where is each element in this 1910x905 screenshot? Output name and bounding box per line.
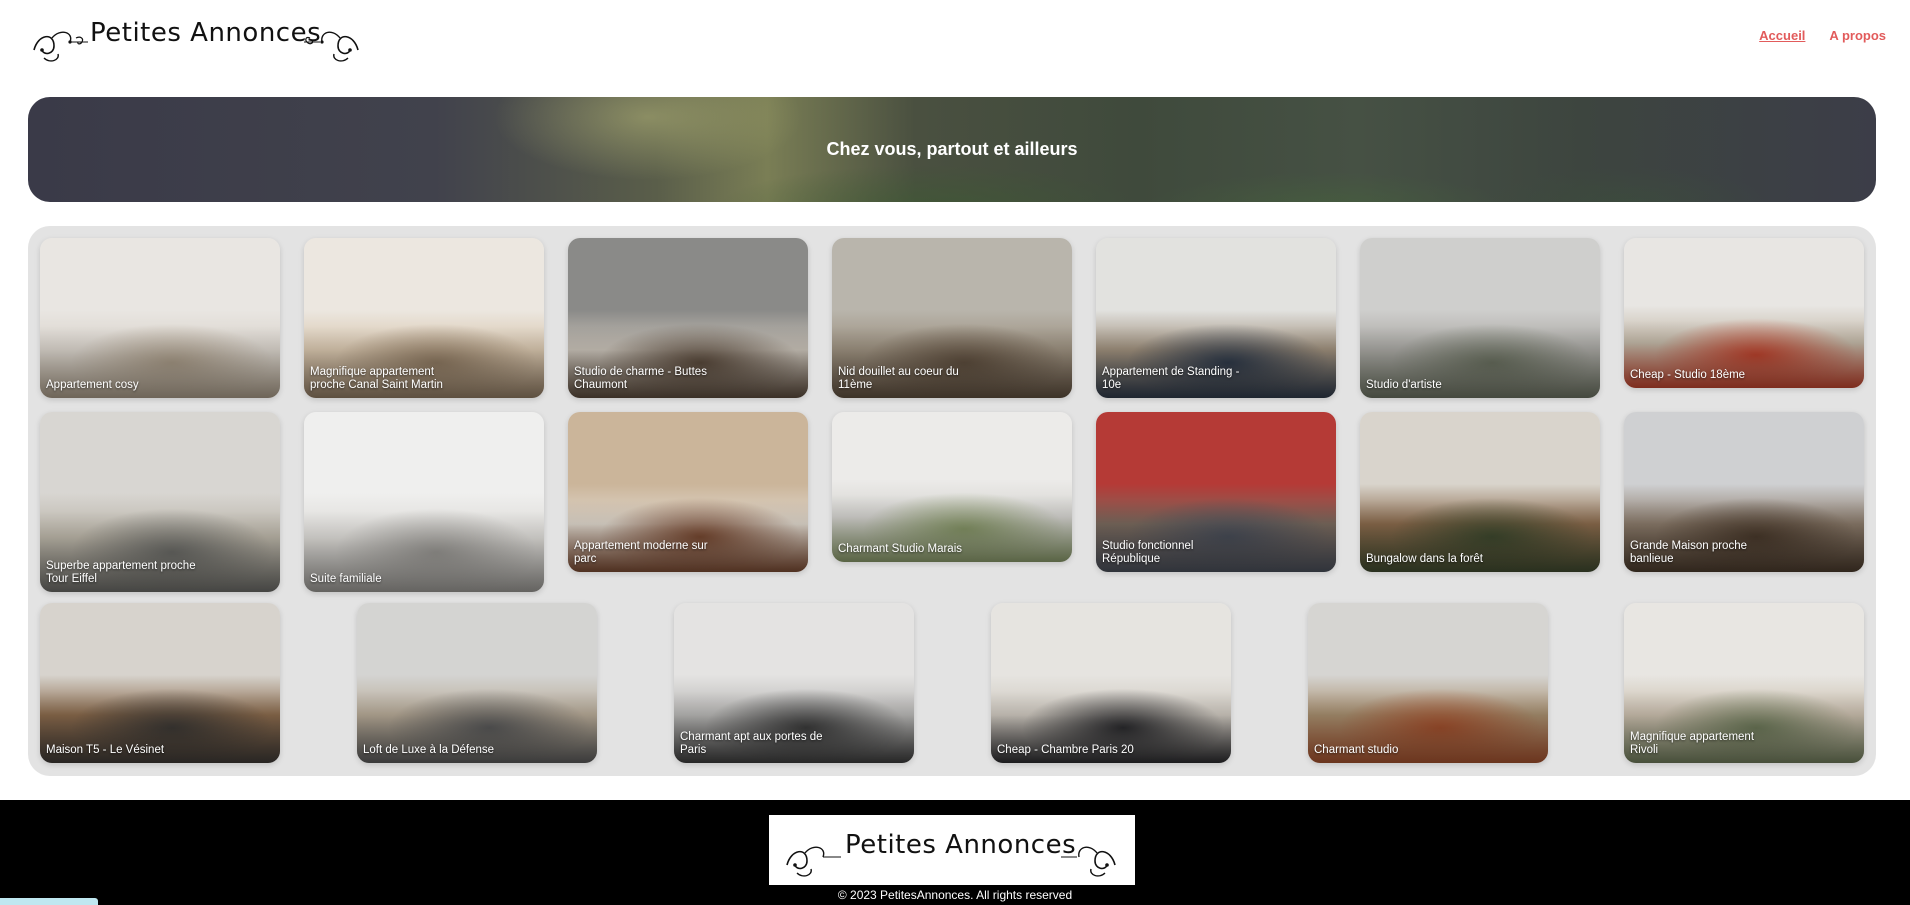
- swirl-ornament-icon: [33, 31, 88, 62]
- listing-title: Cheap - Chambre Paris 20: [997, 744, 1134, 756]
- top-bar: Petites Annonces Accueil A propos: [0, 0, 1910, 80]
- listing-title: Charmant Studio Marais: [838, 543, 962, 555]
- listing-card[interactable]: Grande Maison proche banlieue: [1624, 412, 1864, 572]
- listing-card[interactable]: Studio d'artiste: [1360, 238, 1600, 398]
- listing-card[interactable]: Charmant apt aux portes de Paris: [674, 603, 914, 763]
- nav-link-accueil[interactable]: Accueil: [1759, 28, 1805, 43]
- listing-title: Appartement cosy: [46, 379, 139, 391]
- listing-title: Appartement de Standing - 10e: [1102, 366, 1240, 391]
- listing-title: Loft de Luxe à la Défense: [363, 744, 495, 756]
- listing-title: Bungalow dans la forêt: [1366, 553, 1483, 565]
- listing-card[interactable]: Loft de Luxe à la Défense: [357, 603, 597, 763]
- listing-title: Charmant apt aux portes de Paris: [680, 731, 823, 756]
- listing-title: Magnifique appartement proche Canal Sain…: [310, 366, 443, 391]
- listing-card[interactable]: Magnifique appartement proche Canal Sain…: [304, 238, 544, 398]
- nav-link-a-propos[interactable]: A propos: [1829, 28, 1886, 43]
- listing-card[interactable]: Studio fonctionnel République: [1096, 412, 1336, 572]
- swirl-ornament-icon: [304, 31, 359, 62]
- listing-title: Cheap - Studio 18ème: [1630, 369, 1746, 381]
- listing-card[interactable]: Cheap - Studio 18ème: [1624, 238, 1864, 388]
- listing-card[interactable]: Studio de charme - Buttes Chaumont: [568, 238, 808, 398]
- listing-title: Superbe appartement proche Tour Eiffel: [46, 560, 196, 585]
- main-nav: Accueil A propos: [1759, 28, 1886, 43]
- listing-card[interactable]: Appartement cosy: [40, 238, 280, 398]
- listing-title: Nid douillet au coeur du 11ème: [838, 366, 959, 391]
- listing-title: Maison T5 - Le Vésinet: [46, 744, 165, 756]
- swirl-ornament-icon: [786, 846, 841, 877]
- listing-card[interactable]: Bungalow dans la forêt: [1360, 412, 1600, 572]
- status-chip: [0, 898, 98, 905]
- copyright-text: © 2023 PetitesAnnonces. All rights reser…: [837, 888, 1073, 902]
- listings-grid: Appartement cosy Magnifique appartement …: [28, 226, 1876, 776]
- listing-card[interactable]: Charmant studio: [1308, 603, 1548, 763]
- listing-title: Magnifique appartement Rivoli: [1630, 731, 1755, 756]
- listing-card[interactable]: Appartement de Standing - 10e: [1096, 238, 1336, 398]
- listing-title: Charmant studio: [1314, 744, 1399, 756]
- site-logo[interactable]: Petites Annonces: [30, 18, 366, 68]
- listing-card[interactable]: Superbe appartement proche Tour Eiffel: [40, 412, 280, 592]
- footer-logo[interactable]: Petites Annonces: [769, 815, 1135, 885]
- logo-text: Petites Annonces: [90, 18, 322, 48]
- site-footer: Petites Annonces © 2023 PetitesAnnonces.…: [0, 800, 1910, 905]
- footer-logo-text: Petites Annonces: [845, 830, 1077, 860]
- hero-title: Chez vous, partout et ailleurs: [826, 139, 1078, 159]
- hero-banner: Chez vous, partout et ailleurs: [28, 97, 1876, 202]
- listing-title: Grande Maison proche banlieue: [1630, 540, 1747, 565]
- swirl-ornament-icon: [1061, 846, 1116, 877]
- listing-title: Suite familiale: [310, 573, 382, 585]
- listing-card[interactable]: Charmant Studio Marais: [832, 412, 1072, 562]
- listing-title: Studio fonctionnel République: [1102, 540, 1194, 565]
- listing-card[interactable]: Maison T5 - Le Vésinet: [40, 603, 280, 763]
- listing-title: Studio d'artiste: [1366, 379, 1442, 391]
- listing-title: Appartement moderne sur parc: [574, 540, 708, 565]
- listing-card[interactable]: Cheap - Chambre Paris 20: [991, 603, 1231, 763]
- listing-card[interactable]: Appartement moderne sur parc: [568, 412, 808, 572]
- listing-card[interactable]: Nid douillet au coeur du 11ème: [832, 238, 1072, 398]
- listing-card[interactable]: Magnifique appartement Rivoli: [1624, 603, 1864, 763]
- listing-card[interactable]: Suite familiale: [304, 412, 544, 592]
- listing-title: Studio de charme - Buttes Chaumont: [574, 366, 707, 391]
